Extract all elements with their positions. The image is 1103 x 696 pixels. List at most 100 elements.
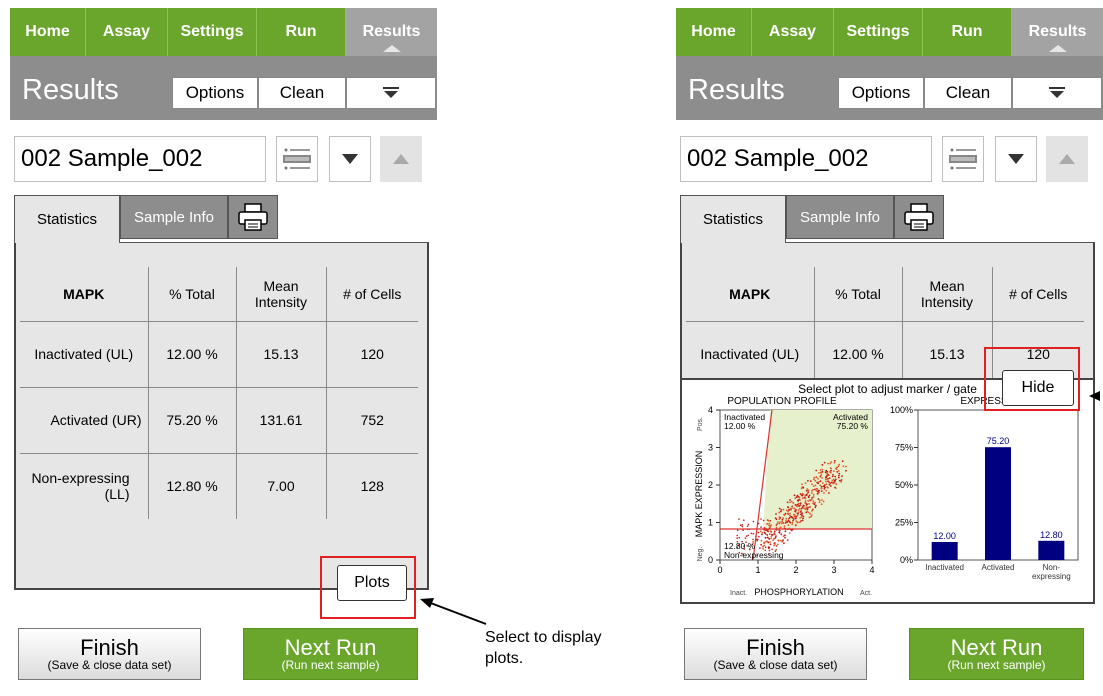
annotation-note: Select to display plots.	[485, 627, 655, 669]
bar-value-label: 12.00	[933, 531, 956, 541]
col-header-total: % Total	[814, 267, 903, 322]
col-header-mapk: MAPK	[686, 267, 815, 322]
bar-value-label: 75.20	[987, 436, 1010, 446]
bar-category-label: Inactivated	[925, 563, 964, 572]
scatter-x-tick-label: 0	[717, 565, 722, 575]
nav-results[interactable]: Results	[346, 8, 437, 56]
finish-button[interactable]: Finish (Save & close data set)	[18, 628, 201, 680]
next-sample-button[interactable]	[329, 136, 371, 182]
clean-button[interactable]: Clean	[258, 77, 346, 109]
options-button[interactable]: Options	[172, 77, 258, 109]
left-screen: Home Assay Settings Run Results Results …	[0, 0, 437, 696]
q-inact-pct: 12.00 %	[724, 421, 756, 431]
mean-line1: Mean	[263, 277, 299, 294]
nav-assay[interactable]: Assay	[86, 8, 168, 56]
menu-button[interactable]	[346, 77, 436, 109]
hide-callout-box	[984, 347, 1080, 411]
q-non-label: Non-expressing	[724, 550, 784, 560]
tab-sample-info[interactable]: Sample Info	[120, 195, 228, 239]
sample-selector: 002 Sample_002	[14, 136, 437, 182]
x-inact-label: Inact.	[730, 590, 747, 597]
tab-sample-info[interactable]: Sample Info	[786, 195, 894, 239]
row-cells: 120	[326, 321, 418, 388]
scatter-x-ticks: 0 1 2 3 4	[717, 560, 875, 575]
top-nav: Home Assay Settings Run Results	[676, 8, 1103, 56]
bar-y-tick-label: 75%	[895, 443, 913, 453]
col-header-mapk: MAPK	[20, 267, 149, 322]
callout-arrow	[420, 598, 487, 625]
results-bar: Results Options Clean	[10, 56, 437, 120]
population-profile-plot[interactable]: POPULATION PROFILE Inactivated 12.00 % A…	[682, 394, 882, 604]
nav-results[interactable]: Results	[1012, 8, 1103, 56]
list-icon	[283, 148, 311, 170]
results-bar: Results Options Clean	[676, 56, 1103, 120]
scatter-x-tick-label: 1	[755, 565, 760, 575]
tab-statistics[interactable]: Statistics	[680, 195, 786, 243]
chevron-up-icon	[393, 154, 409, 164]
bar-category-label: Non-	[1043, 563, 1061, 572]
top-nav: Home Assay Settings Run Results	[10, 8, 437, 56]
mean-line2: Intensity	[254, 293, 308, 310]
sample-name-field[interactable]: 002 Sample_002	[680, 136, 932, 182]
row-label-line1: Non-expressing	[31, 470, 130, 487]
sample-name-field[interactable]: 002 Sample_002	[14, 136, 266, 182]
bar[interactable]	[1038, 540, 1065, 560]
nav-home[interactable]: Home	[676, 8, 752, 56]
bar-y-tick-label: 25%	[895, 518, 913, 528]
nav-settings[interactable]: Settings	[834, 8, 923, 56]
row-cells: 128	[360, 478, 384, 495]
nav-assay[interactable]: Assay	[752, 8, 834, 56]
bar[interactable]	[931, 542, 958, 560]
bar-y-tick-label: 50%	[895, 480, 913, 490]
scatter-x-tick-label: 2	[793, 565, 798, 575]
next-run-label: Next Run	[950, 635, 1043, 661]
sample-list-button[interactable]	[942, 136, 984, 182]
scatter-x-label: PHOSPHORYLATION	[754, 587, 843, 597]
print-button[interactable]	[228, 195, 278, 239]
q-act-pct: 75.20 %	[837, 421, 869, 431]
page-title: Results	[688, 74, 785, 106]
printer-icon	[904, 203, 934, 231]
row-label: Inactivated (UL)	[20, 321, 149, 388]
scatter-y-tick-label: 0	[708, 555, 713, 565]
chevron-down-icon	[342, 154, 358, 164]
tab-statistics[interactable]: Statistics	[14, 195, 120, 243]
table-row: Activated (UR) 75.20 % 131.61 752	[20, 387, 418, 454]
finish-label: Finish	[746, 635, 805, 661]
mean-line1: Mean	[929, 277, 965, 294]
plots-callout-box	[320, 556, 416, 619]
clean-button[interactable]: Clean	[924, 77, 1012, 109]
finish-button[interactable]: Finish (Save & close data set)	[684, 628, 867, 680]
next-run-sublabel: (Run next sample)	[281, 658, 380, 673]
bar[interactable]	[985, 447, 1011, 560]
print-button[interactable]	[894, 195, 944, 239]
menu-button[interactable]	[1012, 77, 1102, 109]
next-run-sublabel: (Run next sample)	[947, 658, 1046, 673]
scatter-y-tick-label: 2	[708, 480, 713, 490]
sample-list-button[interactable]	[276, 136, 318, 182]
scatter-y-ticks: 0 1 2 3 4	[708, 405, 720, 565]
previous-sample-button[interactable]	[380, 136, 422, 182]
finish-sublabel: (Save & close data set)	[47, 658, 172, 673]
scatter-x-tick-label: 4	[869, 565, 874, 575]
mean-line2: Intensity	[920, 293, 974, 310]
note-line1: Select to display	[485, 629, 602, 646]
scatter-y-tick-label: 1	[708, 518, 713, 528]
next-sample-button[interactable]	[995, 136, 1037, 182]
next-run-button[interactable]: Next Run (Run next sample)	[243, 628, 418, 680]
nav-settings[interactable]: Settings	[168, 8, 257, 56]
chevron-up-icon	[1059, 154, 1075, 164]
options-button[interactable]: Options	[838, 77, 924, 109]
expression-bar-chart[interactable]: EXPRESSION (%)0%25%50%75%100%12.00Inacti…	[882, 394, 1094, 604]
nav-home[interactable]: Home	[10, 8, 86, 56]
bar-value-label: 12.80	[1040, 530, 1063, 540]
note-line2: plots.	[485, 650, 524, 667]
plots-panel[interactable]: Select plot to adjust marker / gate POPU…	[680, 370, 1095, 604]
row-mean: 15.13	[236, 321, 327, 388]
col-header-mean: Mean Intensity	[236, 267, 327, 322]
nav-run[interactable]: Run	[923, 8, 1012, 56]
scatter-y-tick-label: 4	[708, 405, 713, 415]
previous-sample-button[interactable]	[1046, 136, 1088, 182]
nav-run[interactable]: Run	[257, 8, 346, 56]
next-run-button[interactable]: Next Run (Run next sample)	[909, 628, 1084, 680]
